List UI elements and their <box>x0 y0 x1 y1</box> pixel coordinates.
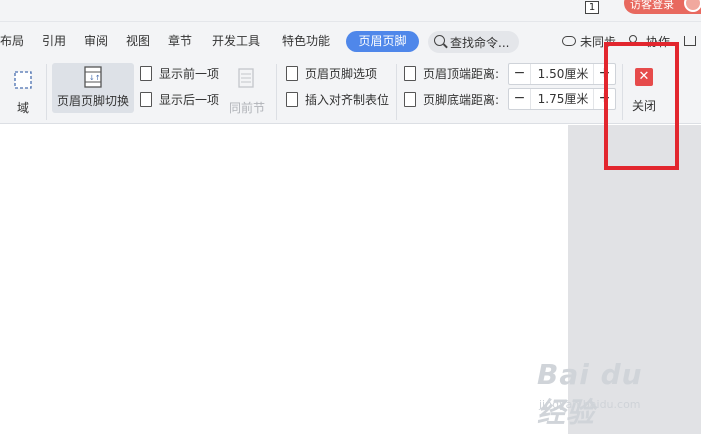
tab-references[interactable]: 引用 <box>42 32 66 49</box>
page-count-box: 1 <box>585 1 599 14</box>
footer-bottom-distance-stepper[interactable]: − 1.75厘米 + <box>508 88 616 110</box>
header-top-label: 页眉顶端距离: <box>423 67 500 81</box>
show-previous-button[interactable]: 显示前一项 <box>140 65 230 83</box>
same-prev-icon <box>238 68 254 88</box>
next-icon <box>140 92 152 107</box>
header-footer-switch-button[interactable]: ↓↑ 页眉页脚切换 <box>52 63 134 113</box>
header-footer-options-button[interactable]: 页眉页脚选项 <box>286 65 386 83</box>
header-top-icon <box>404 66 416 81</box>
share-icon[interactable] <box>684 36 696 46</box>
prev-icon <box>140 66 152 81</box>
watermark-url: jingyan.baidu.com <box>539 398 641 411</box>
tab-special[interactable]: 特色功能 <box>282 32 330 49</box>
title-bar: 1 访客登录 <box>0 0 701 22</box>
separator <box>46 64 47 120</box>
watermark: Bai du 经验 jingyan.baidu.com <box>537 358 667 429</box>
align-tab-icon <box>286 92 298 107</box>
show-previous-label: 显示前一项 <box>159 67 220 81</box>
decrement-button[interactable]: − <box>509 64 531 84</box>
switch-label: 页眉页脚切换 <box>56 94 129 108</box>
tab-review[interactable]: 审阅 <box>84 32 108 49</box>
field-label: 域 <box>16 101 29 115</box>
header-top-distance-label-group: 页眉顶端距离: <box>404 65 508 83</box>
tab-developer[interactable]: 开发工具 <box>212 32 260 49</box>
field-button[interactable]: 域 <box>6 64 40 120</box>
insert-align-tab-button[interactable]: 插入对齐制表位 <box>286 91 394 109</box>
cloud-icon[interactable] <box>562 36 576 46</box>
options-label: 页眉页脚选项 <box>305 67 378 81</box>
ribbon-toolbar: 域 ↓↑ 页眉页脚切换 显示前一项 显示后一项 同前节 页眉页脚选项 插入对齐制… <box>0 60 701 124</box>
ribbon-tabs: 布局 引用 审阅 视图 章节 开发工具 特色功能 页眉页脚 查找命令... 未同… <box>0 22 701 60</box>
watermark-brand: Bai du 经验 <box>537 358 643 429</box>
show-next-label: 显示后一项 <box>159 93 220 107</box>
footer-bottom-distance-label-group: 页脚底端距离: <box>404 91 508 109</box>
same-as-previous-button[interactable]: 同前节 <box>226 64 268 120</box>
svg-text:↓↑: ↓↑ <box>89 74 101 82</box>
options-icon <box>286 66 298 81</box>
header-top-distance-stepper[interactable]: − 1.50厘米 + <box>508 63 616 85</box>
search-label: 查找命令... <box>450 36 510 50</box>
search-icon <box>434 35 445 46</box>
tab-section[interactable]: 章节 <box>168 32 192 49</box>
tab-view[interactable]: 视图 <box>126 32 150 49</box>
show-next-button[interactable]: 显示后一项 <box>140 91 230 109</box>
footer-bottom-value[interactable]: 1.75厘米 <box>531 89 595 109</box>
separator <box>396 64 397 120</box>
header-top-value[interactable]: 1.50厘米 <box>531 64 595 84</box>
tab-layout[interactable]: 布局 <box>0 32 24 49</box>
annotation-highlight-box <box>604 42 679 170</box>
align-tab-label: 插入对齐制表位 <box>305 93 390 107</box>
footer-bottom-icon <box>404 92 416 107</box>
same-as-previous-label: 同前节 <box>228 101 265 115</box>
field-icon <box>14 71 32 89</box>
tab-header-footer[interactable]: 页眉页脚 <box>346 31 419 52</box>
footer-bottom-label: 页脚底端距离: <box>423 93 500 107</box>
search-command[interactable]: 查找命令... <box>428 31 519 53</box>
decrement-button[interactable]: − <box>509 89 531 109</box>
document-page[interactable] <box>0 125 568 434</box>
separator <box>276 64 277 120</box>
switch-icon: ↓↑ <box>84 66 102 88</box>
